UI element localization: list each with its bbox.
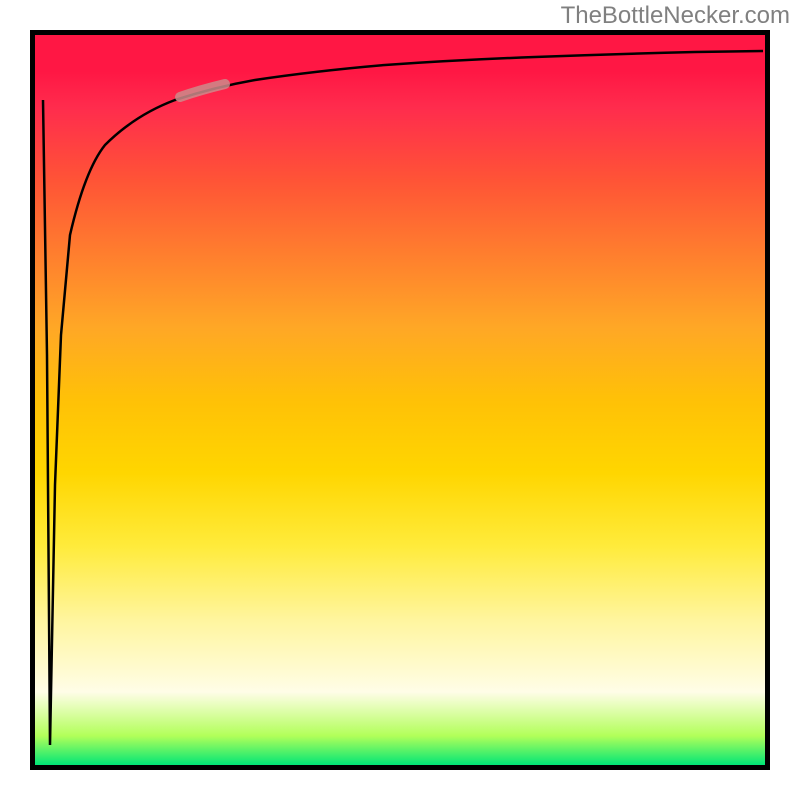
chart-curve-svg: [35, 35, 765, 765]
highlight-segment: [180, 84, 225, 97]
bottleneck-curve-line: [43, 51, 763, 745]
chart-frame: [30, 30, 770, 770]
watermark-label: TheBottleNecker.com: [561, 2, 790, 30]
